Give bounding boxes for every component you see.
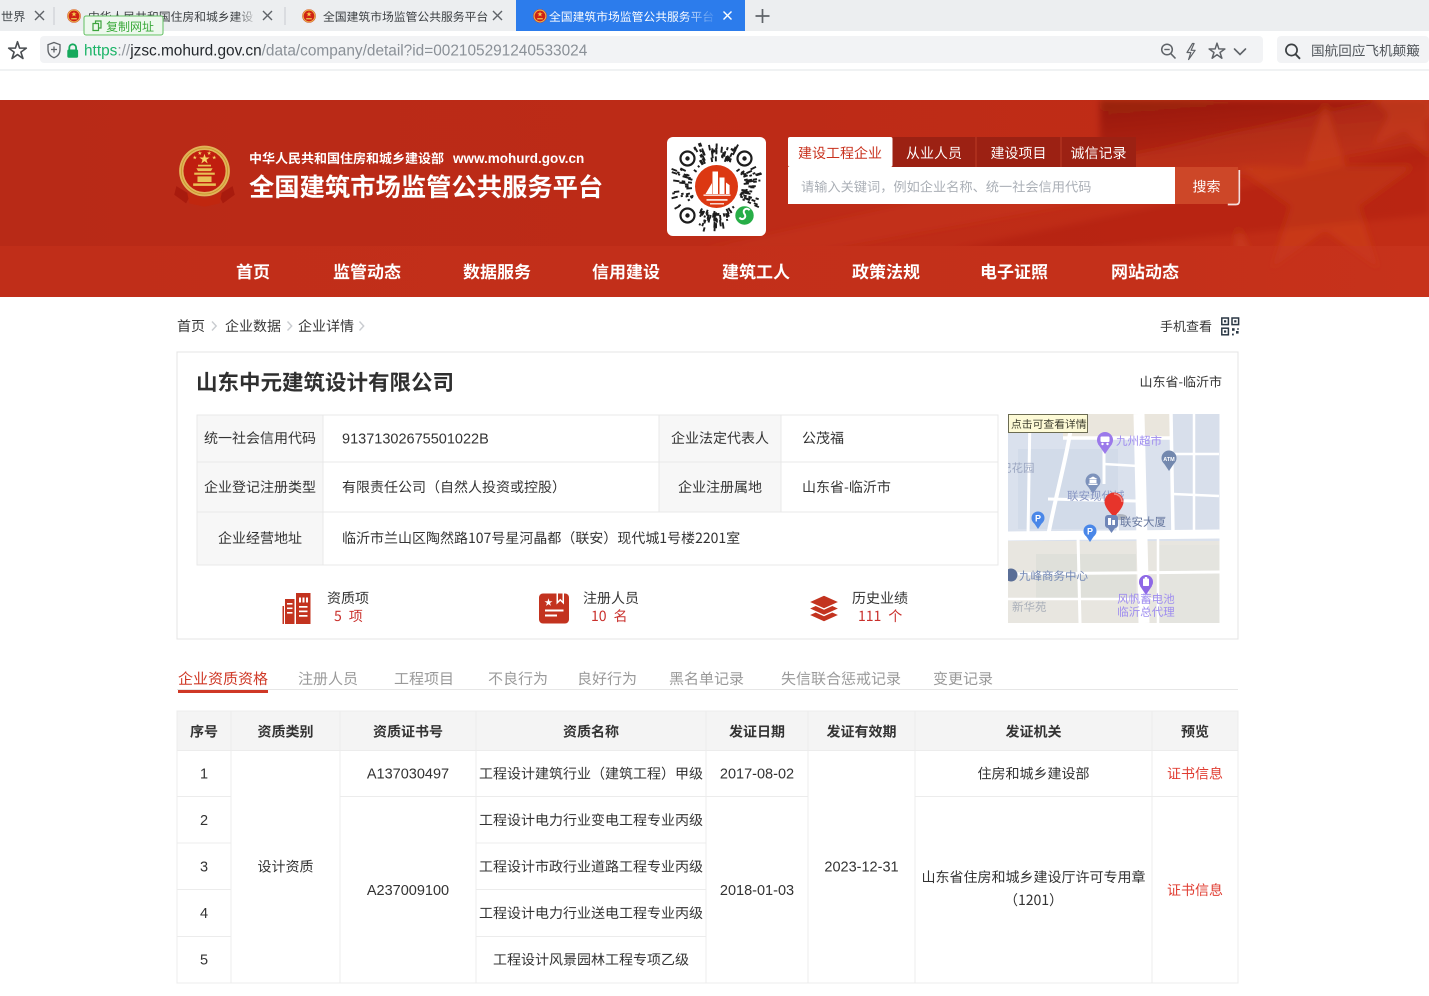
svg-text:2: 2 xyxy=(200,813,208,829)
svg-text:3: 3 xyxy=(200,860,208,876)
svg-text:P: P xyxy=(1035,514,1041,524)
svg-text:1: 1 xyxy=(200,767,208,783)
svg-text:www.mohurd.gov.cn: www.mohurd.gov.cn xyxy=(452,151,584,166)
svg-text:2018-01-03: 2018-01-03 xyxy=(720,883,794,899)
svg-text:A137030497: A137030497 xyxy=(367,767,449,783)
svg-text:P: P xyxy=(1087,527,1093,537)
svg-text:ATM: ATM xyxy=(1163,457,1175,463)
svg-text:2023-12-31: 2023-12-31 xyxy=(824,860,898,876)
svg-text:5: 5 xyxy=(200,953,208,969)
svg-text:2017-08-02: 2017-08-02 xyxy=(720,767,794,783)
svg-text:A237009100: A237009100 xyxy=(367,883,449,899)
svg-text:91371302675501022B: 91371302675501022B xyxy=(342,432,489,448)
svg-text:https://jzsc.mohurd.gov.cn/dat: https://jzsc.mohurd.gov.cn/data/company/… xyxy=(84,43,588,60)
svg-text:4: 4 xyxy=(200,906,208,922)
